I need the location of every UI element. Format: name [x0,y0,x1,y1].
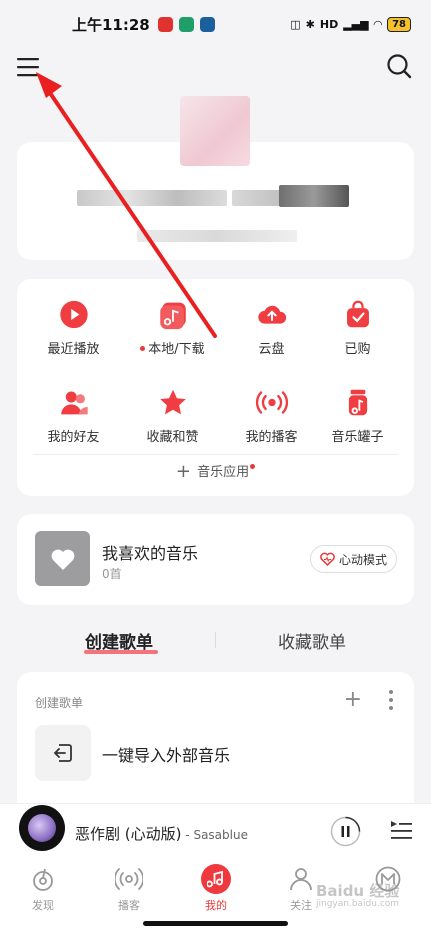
local-download-label: 本地/下载 [148,342,205,357]
quick-access-grid: 最近播放 本地/下载 云盘 已购 我的好友 收藏和赞 我的播客 音乐罐子 + 音… [17,279,414,496]
import-icon [35,725,91,781]
my-friends-label: 我的好友 [47,430,100,445]
nav-podcast[interactable]: 播客 [99,864,159,913]
follow-icon [286,864,316,894]
add-playlist-button[interactable]: + [344,688,362,712]
wechat-notification-icon [178,16,194,32]
cloud-drive-label: 云盘 [258,342,285,357]
local-download-label-wrap: 本地/下载 [140,338,205,357]
album-art [28,814,56,842]
import-external-music-button[interactable]: 一键导入外部音乐 [35,725,396,781]
nav-follow-label: 关注 [290,899,312,912]
nav-discover[interactable]: 发现 [13,864,73,913]
favorites-likes-label: 收藏和赞 [146,430,199,445]
pause-icon[interactable] [330,816,361,847]
created-playlists-header: 创建歌单 [35,696,84,710]
music-jar-label: 音乐罐子 [331,430,384,445]
tab-collected-playlists[interactable]: 收藏歌单 [278,628,346,653]
song-separator: - [181,828,194,842]
my-friends-button[interactable]: 我的好友 [24,367,123,445]
play-icon [59,300,88,329]
discover-icon [28,864,58,894]
baidu-watermark-url: jingyan.baidu.com [316,899,400,909]
now-playing-info[interactable]: 恶作剧 (心动版) - Sasablue [75,823,248,844]
shopping-bag-icon [346,300,369,328]
liked-music-title: 我喜欢的音乐 [102,544,199,563]
status-bar: 上午11:28 ◫ ✱ HD ▂▄▆ ◠ 78 [0,0,431,48]
nfc-icon: ◫ [290,17,301,31]
baidu-watermark: Baidu 经验 [316,882,400,900]
status-icons: ◫ ✱ HD ▂▄▆ ◠ 78 [290,16,411,32]
username-redacted [77,190,227,206]
music-apps-button[interactable]: + 音乐应用 [17,461,414,487]
local-download-button[interactable]: 本地/下载 [123,279,222,357]
podcast-icon [255,391,288,414]
plus-icon: + [175,461,191,482]
playlist-tabs: 创建歌单 收藏歌单 [0,622,431,658]
user-stats-redacted [137,230,297,242]
more-options-icon[interactable] [386,689,396,711]
tab-created-playlists[interactable]: 创建歌单 [85,628,153,653]
cloud-drive-button[interactable]: 云盘 [222,279,321,357]
bluetooth-icon: ✱ [305,17,315,31]
signal-icon: ▂▄▆ [343,17,369,31]
battery-icon: 78 [387,16,411,32]
local-music-icon [159,302,186,330]
podcast-nav-icon [114,864,144,894]
home-indicator[interactable] [143,921,288,926]
song-artist: Sasablue [193,828,248,842]
top-bar [0,48,431,88]
music-jar-icon [348,389,367,416]
created-playlists-section: 创建歌单 + 一键导入外部音乐 [17,672,414,812]
music-jar-button[interactable]: 音乐罐子 [308,367,407,445]
heartbeat-icon [320,552,335,566]
nav-my-music-label: 我的 [205,899,227,912]
cloud-upload-icon [257,305,286,324]
liked-music-card[interactable]: 我喜欢的音乐 0首 心动模式 [17,514,414,605]
playlist-queue-icon[interactable] [389,818,413,842]
nav-podcast-label: 播客 [118,899,140,912]
avatar[interactable] [180,96,250,166]
network-label: HD [319,17,339,31]
nav-discover-label: 发现 [32,899,54,912]
friends-icon [60,391,88,415]
nav-my-music[interactable]: 我的 [186,864,246,913]
song-title: 恶作剧 (心动版) [75,825,182,843]
status-time: 上午11:28 [72,15,150,34]
heart-mode-button[interactable]: 心动模式 [309,545,397,573]
user-tag-redacted [279,185,349,207]
menu-icon[interactable] [15,54,41,80]
my-music-icon [201,864,231,894]
grid-divider [33,454,398,455]
app-notification-icon [199,16,215,32]
heart-mode-label: 心动模式 [338,552,387,567]
album-art-disc[interactable] [19,805,65,851]
favorites-likes-button[interactable]: 收藏和赞 [123,367,222,445]
liked-music-count: 0首 [102,567,122,581]
recent-play-button[interactable]: 最近播放 [24,279,123,357]
import-external-music-label: 一键导入外部音乐 [102,746,231,765]
my-podcast-label: 我的播客 [245,430,298,445]
star-icon [159,389,186,415]
liked-music-cover [35,531,90,586]
purchased-label: 已购 [344,342,371,357]
tab-separator [215,632,216,648]
wifi-icon: ◠ [373,17,383,31]
search-icon[interactable] [385,52,413,80]
purchased-button[interactable]: 已购 [308,279,407,357]
mini-player[interactable]: 恶作剧 (心动版) - Sasablue [0,803,431,858]
music-apps-label: 音乐应用 [197,465,250,480]
new-indicator-dot [250,464,256,469]
new-indicator-dot [140,346,146,351]
my-podcast-button[interactable]: 我的播客 [222,367,321,445]
weibo-notification-icon [157,16,173,32]
heart-icon [51,549,74,570]
recent-play-label: 最近播放 [47,342,100,357]
